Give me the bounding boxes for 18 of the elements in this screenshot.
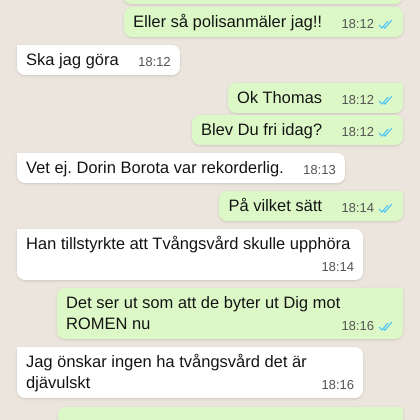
message-text: Han tillstyrkte att Tvångsvård skulle upphöra bbox=[26, 235, 350, 253]
message-time: 18:16 bbox=[321, 377, 354, 393]
message-text: Vet ej. Dorin Borota var rekorderlig. bbox=[26, 159, 284, 177]
message-text: Ok Thomas bbox=[237, 89, 322, 107]
message-time: 18:12 bbox=[341, 92, 374, 108]
message-time: 18:12 bbox=[341, 16, 374, 32]
message-text: Jag önskar ingen ha tvångsvård det är djävulskt bbox=[26, 353, 307, 392]
message-time: 18:13 bbox=[303, 162, 336, 178]
message-text: Ska jag göra bbox=[26, 51, 119, 69]
message-time: 18:12 bbox=[341, 124, 374, 140]
message-time: 18:14 bbox=[341, 200, 374, 216]
message-text: På vilket sätt bbox=[228, 197, 322, 215]
message-text: Blev Du fri idag? bbox=[200, 121, 322, 139]
message-text: Eller så polisanmäler jag!! bbox=[133, 13, 322, 31]
message-time: 18:12 bbox=[138, 54, 171, 70]
message-text: Det ser ut som att de byter ut Dig mot ROMEN nu bbox=[66, 294, 340, 333]
message-time: 18:16 bbox=[341, 318, 374, 334]
message-time: 18:14 bbox=[321, 259, 354, 275]
